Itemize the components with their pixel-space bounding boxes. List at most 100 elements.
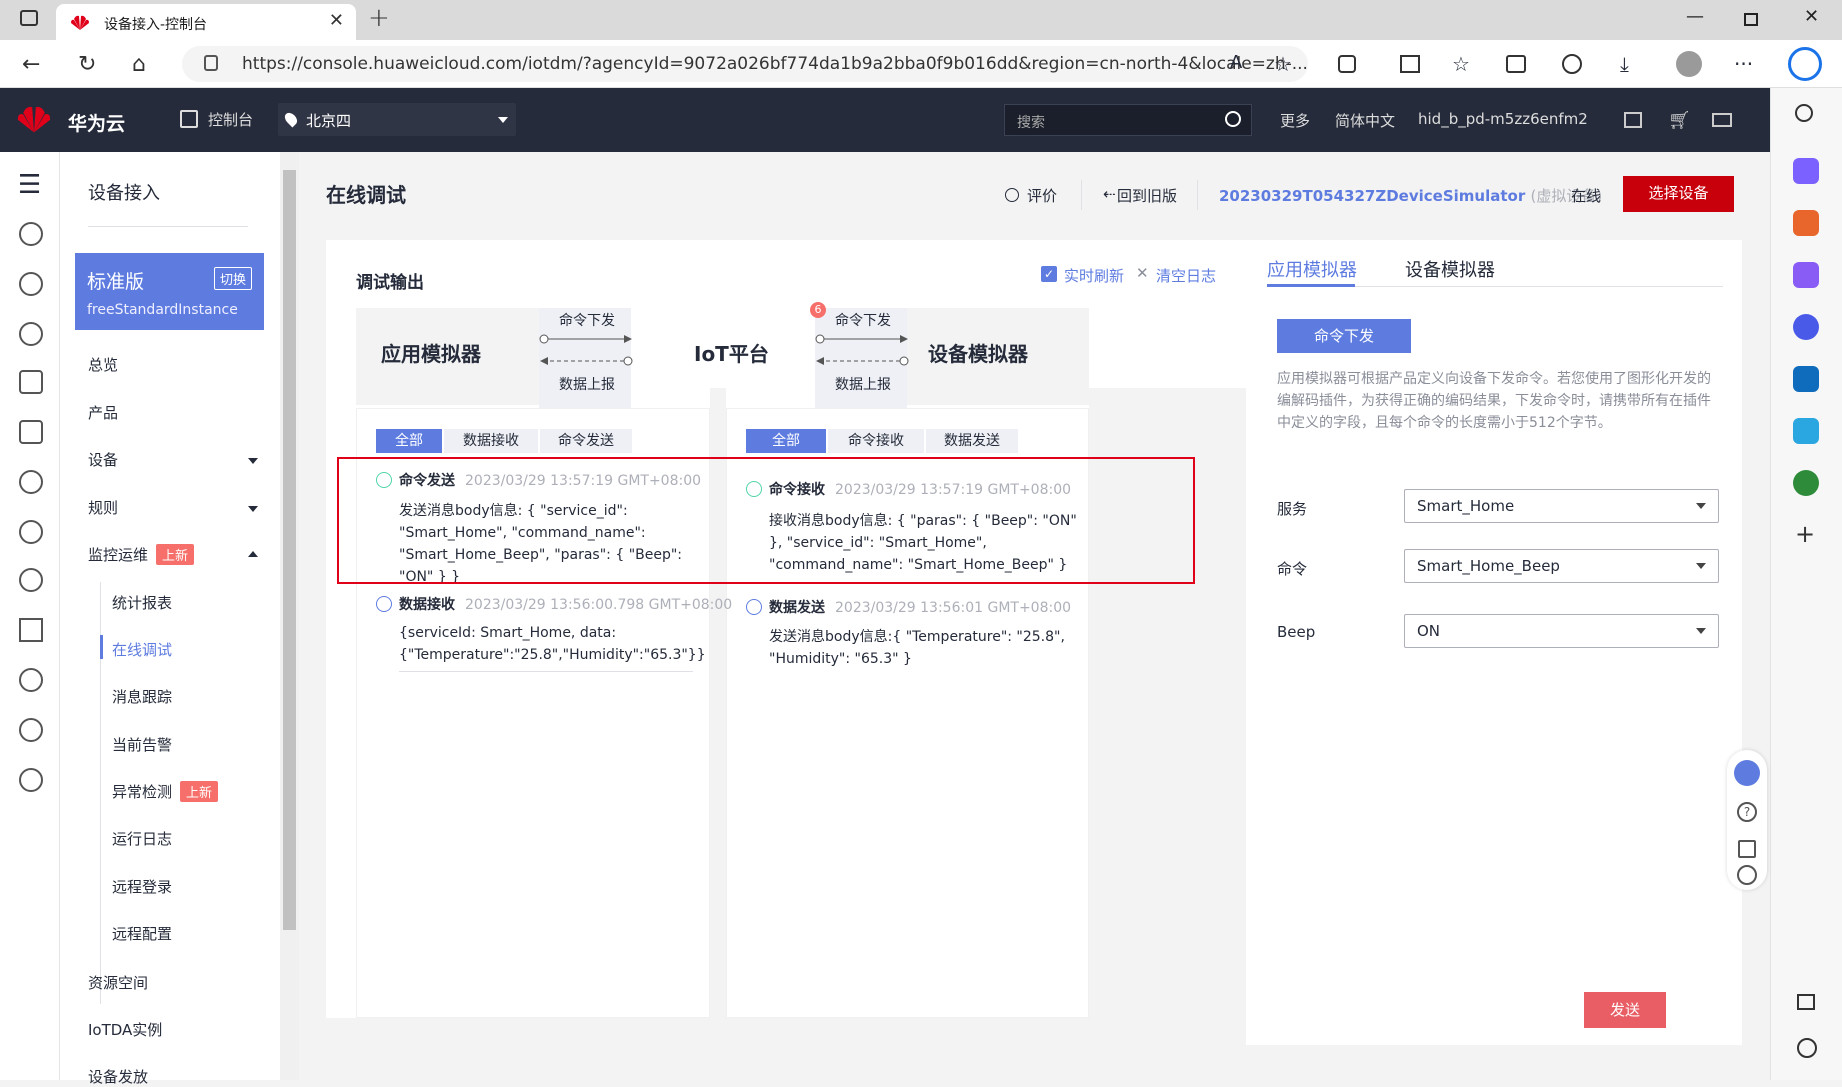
cloud-service-icon[interactable]: [19, 322, 43, 346]
new-tab-icon[interactable]: +: [368, 3, 390, 33]
command-select[interactable]: Smart_Home_Beep: [1404, 549, 1719, 583]
smile-icon[interactable]: [1737, 865, 1757, 885]
chevron-down-icon[interactable]: [248, 458, 258, 464]
extensions-icon[interactable]: [1338, 55, 1356, 73]
user-name[interactable]: hid_b_pd-m5zz6enfm2: [1418, 110, 1588, 128]
ip-icon[interactable]: [19, 668, 43, 692]
send-button[interactable]: 发送: [1584, 992, 1666, 1028]
office-icon[interactable]: [1793, 314, 1819, 340]
profile-avatar[interactable]: [1676, 51, 1702, 77]
back-icon[interactable]: ←: [22, 52, 40, 77]
scrollbar-thumb[interactable]: [283, 170, 296, 930]
submenu-item-anomaly[interactable]: 异常检测 上新: [112, 781, 219, 802]
tab-all[interactable]: 全部: [746, 429, 826, 453]
cloud-service-icon[interactable]: [19, 272, 43, 296]
console-link[interactable]: 控制台: [208, 109, 253, 130]
clear-icon[interactable]: ✕: [1136, 264, 1149, 282]
minimize-icon[interactable]: —: [1686, 6, 1704, 27]
back-old-version-link[interactable]: 回到旧版: [1117, 185, 1177, 206]
device-name[interactable]: 20230329T054327ZDeviceSimulator (虚拟设备): [1219, 185, 1602, 206]
tab-app-simulator[interactable]: 应用模拟器: [1267, 256, 1357, 282]
menu-item-overview[interactable]: 总览: [88, 354, 118, 375]
search-icon[interactable]: [1795, 104, 1813, 122]
send-icon[interactable]: [1793, 418, 1819, 444]
split-screen-icon[interactable]: [1400, 55, 1420, 73]
switch-button[interactable]: 切换: [213, 267, 252, 290]
cart-icon[interactable]: 🛒︎: [1668, 110, 1691, 131]
browser-tab[interactable]: 设备接入-控制台 ✕: [56, 4, 356, 40]
service-select[interactable]: Smart_Home: [1404, 489, 1719, 523]
shopping-icon[interactable]: [1793, 158, 1819, 184]
network-icon[interactable]: [19, 618, 43, 642]
home-icon[interactable]: ⌂: [132, 52, 146, 77]
region-select[interactable]: 北京四: [278, 103, 516, 136]
tab-cmd-send[interactable]: 命令发送: [540, 429, 632, 453]
favorite-add-icon[interactable]: ☆: [1274, 52, 1292, 76]
submenu-item-online-debug[interactable]: 在线调试: [112, 639, 172, 660]
menu-icon[interactable]: ☰: [18, 170, 41, 200]
favorites-icon[interactable]: ☆: [1452, 52, 1470, 76]
restore-icon[interactable]: [1744, 13, 1758, 26]
outlook-icon[interactable]: [1793, 366, 1819, 392]
refresh-icon[interactable]: ↻: [78, 52, 96, 77]
download-icon[interactable]: ⤓: [1620, 52, 1629, 76]
realtime-checkbox[interactable]: ✓: [1041, 266, 1057, 282]
cloud-service-icon[interactable]: [19, 520, 43, 544]
tree-icon[interactable]: [1793, 470, 1819, 496]
cloud-service-icon[interactable]: [19, 222, 43, 246]
tab-all[interactable]: 全部: [376, 429, 442, 453]
tools-icon[interactable]: [1793, 210, 1819, 236]
games-icon[interactable]: [1793, 262, 1819, 288]
tab-data-send[interactable]: 数据发送: [926, 429, 1018, 453]
chevron-up-icon[interactable]: [248, 551, 258, 557]
cluster-icon[interactable]: [19, 718, 43, 742]
analytics-icon[interactable]: [19, 370, 43, 394]
tab-data-receive[interactable]: 数据接收: [444, 429, 538, 453]
tab-device-simulator[interactable]: 设备模拟器: [1405, 256, 1495, 282]
home-icon[interactable]: [180, 110, 198, 128]
submenu-item-alarm[interactable]: 当前告警: [112, 734, 172, 755]
beep-select[interactable]: ON: [1404, 614, 1719, 648]
menu-scrollbar[interactable]: [280, 152, 299, 1080]
submenu-item-logs[interactable]: 运行日志: [112, 828, 172, 849]
tab-cmd-receive[interactable]: 命令接收: [828, 429, 924, 453]
more-icon[interactable]: ···: [1734, 52, 1753, 76]
help-icon[interactable]: ?: [1737, 802, 1757, 822]
menu-item-provisioning[interactable]: 设备发放: [88, 1066, 148, 1087]
submenu-item-remote-config[interactable]: 远程配置: [112, 923, 172, 944]
chevron-down-icon[interactable]: [248, 506, 258, 512]
submenu-item-trace[interactable]: 消息跟踪: [112, 686, 172, 707]
device-icon[interactable]: [19, 420, 43, 444]
globe-icon[interactable]: [19, 768, 43, 792]
close-tab-icon[interactable]: ✕: [329, 10, 344, 31]
cloud-service-icon[interactable]: [19, 470, 43, 494]
select-device-button[interactable]: 选择设备: [1623, 176, 1734, 212]
menu-item-device[interactable]: 设备: [88, 449, 118, 470]
tab-actions-icon[interactable]: [20, 10, 38, 26]
settings-icon[interactable]: [1797, 1038, 1817, 1058]
command-send-button[interactable]: 命令下发: [1277, 319, 1411, 353]
submenu-item-stats[interactable]: 统计报表: [112, 592, 172, 613]
feedback-icon[interactable]: [1738, 840, 1756, 858]
bing-chat-icon[interactable]: [1788, 47, 1822, 81]
search-icon[interactable]: [1225, 111, 1241, 127]
sidebar-toggle-icon[interactable]: [1797, 994, 1815, 1010]
collections-icon[interactable]: [1506, 55, 1526, 73]
add-icon[interactable]: +: [1795, 520, 1815, 548]
language-link[interactable]: 简体中文: [1335, 110, 1395, 131]
submenu-item-remote-login[interactable]: 远程登录: [112, 876, 172, 897]
realtime-label[interactable]: 实时刷新: [1064, 265, 1124, 286]
menu-item-resource-space[interactable]: 资源空间: [88, 972, 148, 993]
rate-link[interactable]: 评价: [1027, 185, 1057, 206]
menu-item-product[interactable]: 产品: [88, 402, 118, 423]
clear-log-link[interactable]: 清空日志: [1156, 265, 1216, 286]
menu-item-monitoring[interactable]: 监控运维 上新: [88, 544, 195, 565]
terminal-icon[interactable]: [1624, 112, 1642, 128]
cloud-service-icon[interactable]: [19, 568, 43, 592]
history-icon[interactable]: [1562, 54, 1582, 74]
search-input[interactable]: 搜索: [1004, 104, 1252, 136]
menu-item-rules[interactable]: 规则: [88, 497, 118, 518]
read-aloud-icon[interactable]: A: [1230, 52, 1242, 73]
brand-name[interactable]: 华为云: [68, 109, 125, 136]
url-field[interactable]: https://console.huaweicloud.com/iotdm/?a…: [182, 46, 1308, 82]
